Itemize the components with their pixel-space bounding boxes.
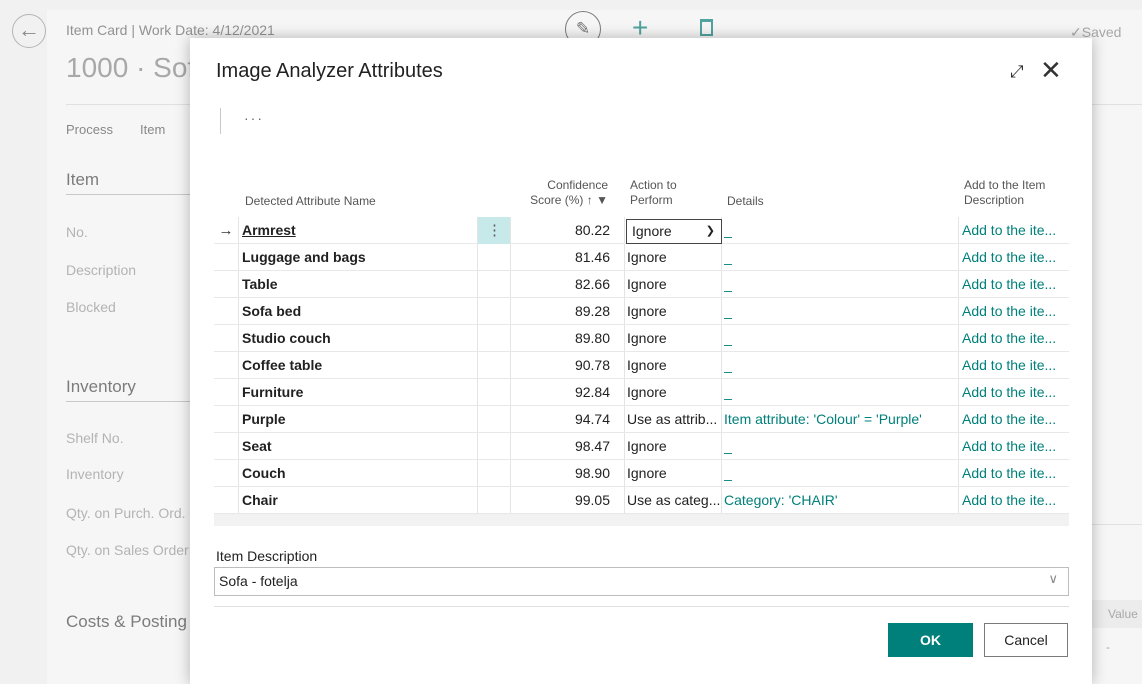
action-to-perform[interactable]: Use as attrib...: [627, 406, 720, 433]
add-to-description-link[interactable]: Add to the ite...: [962, 298, 1069, 325]
table-row[interactable]: Chair 99.05 Use as categ... Category: 'C…: [214, 487, 1069, 514]
attribute-name[interactable]: Sofa bed: [242, 298, 474, 325]
action-to-perform[interactable]: Ignore: [627, 433, 720, 460]
attribute-name[interactable]: Armrest: [242, 217, 474, 244]
confidence-score: 82.66: [574, 276, 610, 292]
attribute-name[interactable]: Furniture: [242, 379, 474, 406]
confidence-score: 89.28: [574, 303, 610, 319]
column-header-action-line2: Perform: [630, 193, 673, 207]
cancel-button[interactable]: Cancel: [984, 623, 1068, 657]
row-menu-icon[interactable]: ⋮: [483, 217, 506, 244]
chevron-down-icon: ❯: [705, 225, 715, 237]
action-to-perform[interactable]: Use as categ...: [627, 487, 720, 514]
attribute-name[interactable]: Chair: [242, 487, 474, 514]
confidence-score: 98.90: [574, 465, 610, 481]
filter-icon: ▼: [596, 193, 608, 207]
table-row[interactable]: Coffee table 90.78 Ignore _ Add to the i…: [214, 352, 1069, 379]
table-row[interactable]: Studio couch 89.80 Ignore _ Add to the i…: [214, 325, 1069, 352]
column-header-score-line2: Score (%) ↑: [530, 193, 593, 207]
details-link[interactable]: _: [724, 460, 959, 487]
attribute-name[interactable]: Seat: [242, 433, 474, 460]
add-to-description-link[interactable]: Add to the ite...: [962, 406, 1069, 433]
column-header-add-line2: Description: [964, 193, 1025, 207]
column-header-score-line1: Confidence: [547, 178, 608, 192]
column-header-add-line1: Add to the Item: [964, 178, 1046, 192]
add-to-description-link[interactable]: Add to the ite...: [962, 379, 1069, 406]
attribute-name[interactable]: Table: [242, 271, 474, 298]
add-to-description-link[interactable]: Add to the ite...: [962, 325, 1069, 352]
action-to-perform[interactable]: Ignore: [627, 379, 720, 406]
item-description-value: Sofa - fotelja: [219, 573, 298, 589]
details-link[interactable]: _: [724, 271, 959, 298]
details-link[interactable]: Item attribute: 'Colour' = 'Purple': [724, 406, 959, 433]
details-link[interactable]: _: [724, 433, 959, 460]
details-link[interactable]: _: [724, 352, 959, 379]
table-row[interactable]: Seat 98.47 Ignore _ Add to the ite...: [214, 433, 1069, 460]
action-to-perform[interactable]: Ignore: [627, 271, 720, 298]
attribute-name[interactable]: Studio couch: [242, 325, 474, 352]
chevron-down-icon[interactable]: ∨: [1048, 571, 1058, 587]
table-row[interactable]: → Armrest ⋮ 80.22 Ignore ❯ _ Add to the i…: [214, 217, 1069, 244]
action-to-perform[interactable]: Ignore: [627, 460, 720, 487]
table-row[interactable]: Furniture 92.84 Ignore _ Add to the ite.…: [214, 379, 1069, 406]
action-select[interactable]: Ignore ❯: [626, 219, 722, 244]
confidence-score: 89.80: [574, 330, 610, 346]
add-to-description-link[interactable]: Add to the ite...: [962, 487, 1069, 514]
details-link[interactable]: _: [724, 379, 959, 406]
action-to-perform[interactable]: Ignore: [627, 352, 720, 379]
details-link[interactable]: _: [724, 325, 959, 352]
confidence-score: 81.46: [574, 249, 610, 265]
details-link[interactable]: Category: 'CHAIR': [724, 487, 959, 514]
add-to-description-link[interactable]: Add to the ite...: [962, 433, 1069, 460]
footer-divider: [214, 606, 1069, 607]
confidence-score: 94.74: [574, 411, 610, 427]
action-to-perform[interactable]: Ignore: [627, 325, 720, 352]
add-to-description-link[interactable]: Add to the ite...: [962, 217, 1069, 244]
confidence-score: 98.47: [574, 438, 610, 454]
confidence-score: 99.05: [574, 492, 610, 508]
item-description-label: Item Description: [216, 548, 318, 564]
add-to-description-link[interactable]: Add to the ite...: [962, 271, 1069, 298]
confidence-score: 92.84: [574, 384, 610, 400]
item-description-field[interactable]: Sofa - fotelja ∨: [214, 567, 1069, 596]
more-options-button[interactable]: ···: [244, 110, 264, 126]
close-icon[interactable]: ✕: [1040, 56, 1062, 84]
attribute-name[interactable]: Coffee table: [242, 352, 474, 379]
confidence-score: 90.78: [574, 357, 610, 373]
dialog-title: Image Analyzer Attributes: [216, 60, 443, 82]
attribute-name[interactable]: Luggage and bags: [242, 244, 474, 271]
table-row[interactable]: Couch 98.90 Ignore _ Add to the ite...: [214, 460, 1069, 487]
table-row[interactable]: Table 82.66 Ignore _ Add to the ite...: [214, 271, 1069, 298]
details-link[interactable]: _: [724, 298, 959, 325]
action-to-perform[interactable]: Ignore: [627, 298, 720, 325]
action-select-value: Ignore: [632, 223, 672, 239]
image-analyzer-dialog: Image Analyzer Attributes ⤢ ✕ ··· Detect…: [190, 38, 1092, 684]
add-to-description-link[interactable]: Add to the ite...: [962, 352, 1069, 379]
details-link[interactable]: _: [724, 244, 959, 271]
column-header-action[interactable]: Action to Perform: [630, 178, 677, 214]
table-row[interactable]: Luggage and bags 81.46 Ignore _ Add to t…: [214, 244, 1069, 271]
confidence-score: 80.22: [574, 222, 610, 238]
action-bar-separator: [220, 108, 221, 134]
current-row-arrow-icon: →: [218, 222, 234, 239]
table-row[interactable]: Sofa bed 89.28 Ignore _ Add to the ite..…: [214, 298, 1069, 325]
table-row[interactable]: Purple 94.74 Use as attrib... Item attri…: [214, 406, 1069, 433]
action-to-perform[interactable]: Ignore: [627, 244, 720, 271]
column-header-action-line1: Action to: [630, 178, 677, 192]
column-header-score[interactable]: Confidence Score (%) ↑ ▼: [510, 178, 608, 214]
details-link[interactable]: _: [724, 217, 959, 244]
ok-button[interactable]: OK: [888, 623, 973, 657]
attribute-name[interactable]: Purple: [242, 406, 474, 433]
expand-icon[interactable]: ⤢: [1010, 62, 1024, 82]
add-to-description-link[interactable]: Add to the ite...: [962, 460, 1069, 487]
add-to-description-link[interactable]: Add to the ite...: [962, 244, 1069, 271]
attribute-name[interactable]: Couch: [242, 460, 474, 487]
column-header-add[interactable]: Add to the Item Description: [964, 178, 1045, 214]
grid-footer: [214, 514, 1069, 526]
